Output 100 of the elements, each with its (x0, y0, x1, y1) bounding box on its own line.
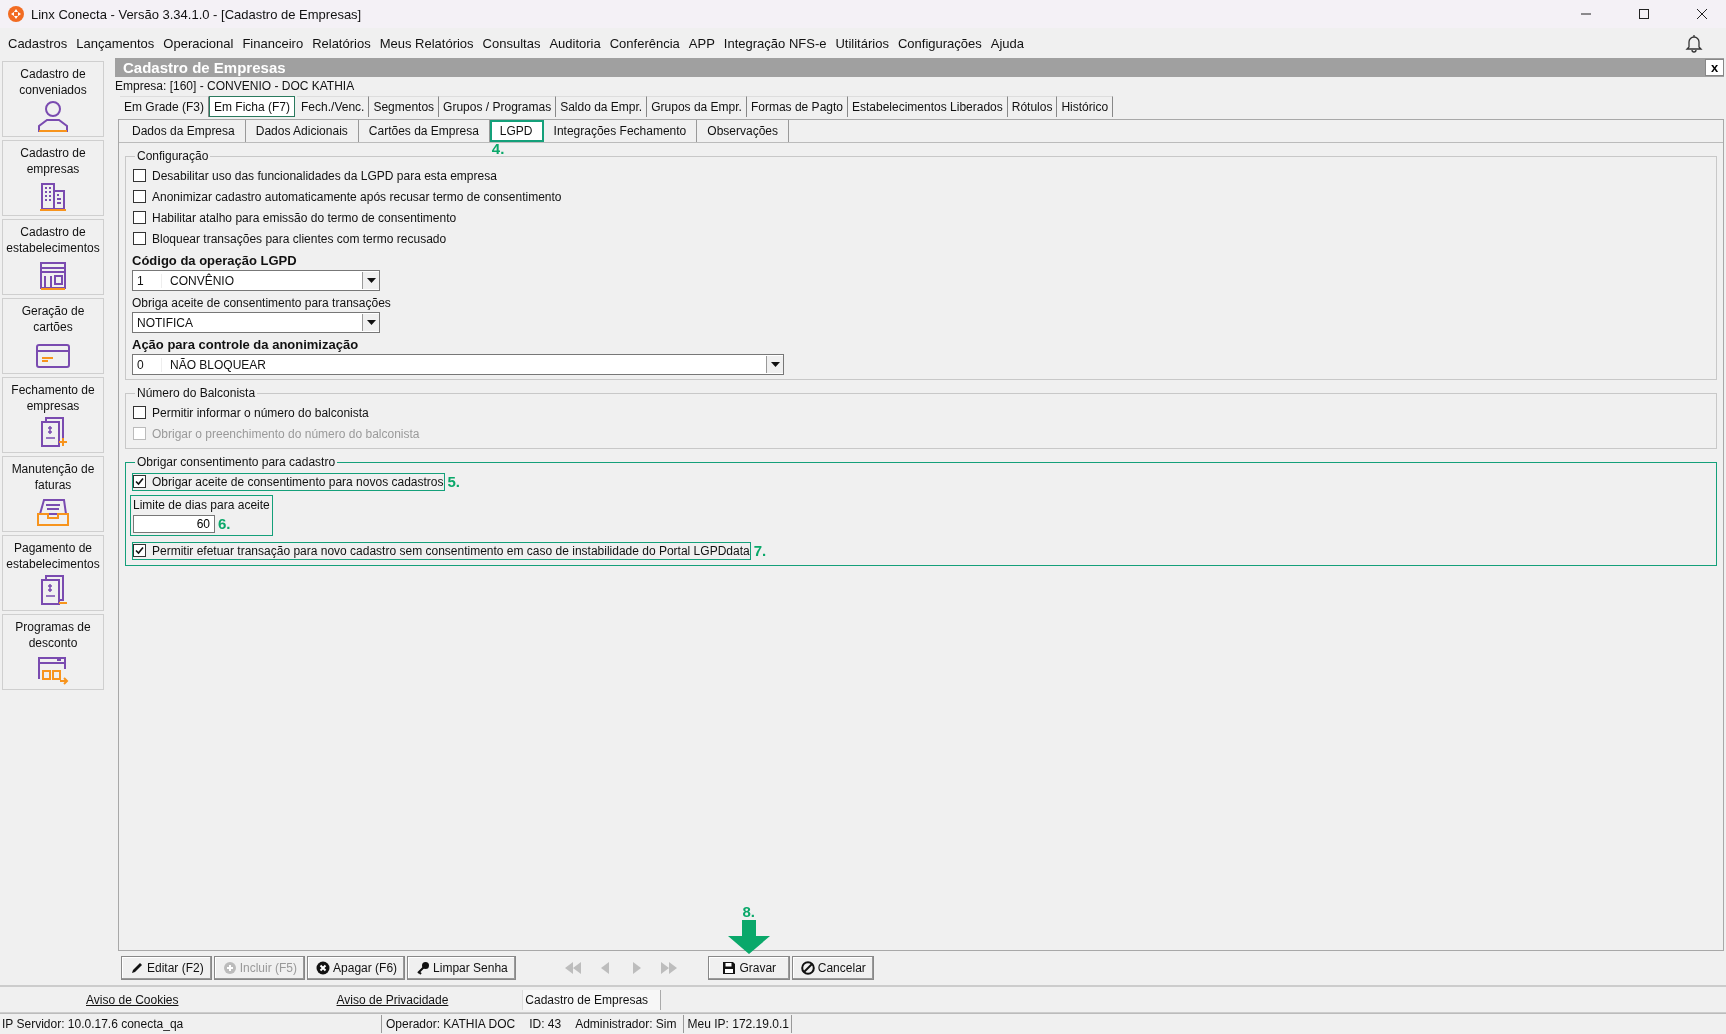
discount-icon (35, 655, 71, 685)
sidebar-item[interactable]: Manutenção de faturas (2, 456, 104, 532)
tab[interactable]: Grupos da Empr. (647, 96, 747, 117)
card-icon (35, 343, 71, 369)
step-marker: 5. (447, 473, 460, 490)
close-button[interactable]: x (1705, 59, 1724, 76)
sidebar-item[interactable]: Cadastro de estabelecimentos (2, 219, 104, 295)
check-icon (135, 546, 144, 555)
menu-item[interactable]: Ajuda (990, 35, 1024, 51)
dropdown[interactable]: 1 CONVÊNIO (132, 270, 380, 291)
person-icon (35, 100, 71, 132)
menu-item[interactable]: Lançamentos (76, 35, 155, 51)
delete-icon (316, 961, 331, 975)
menu-item[interactable]: Integração NFS-e (723, 35, 827, 51)
toolbar-button[interactable]: Apagar (F6) (307, 956, 406, 980)
tab[interactable]: Segmentos (369, 96, 440, 117)
panel-title: Cadastro de Empresas (123, 59, 286, 76)
step-marker: 6. (218, 514, 231, 532)
sidebar-item[interactable]: Geração de cartões (2, 298, 104, 374)
checkbox[interactable]: Permitir efetuar transação para novo cadastro sem consentimento em caso de instabilidade do Portal LGPDdata (132, 541, 751, 560)
sidebar-item[interactable]: Programas de desconto (2, 614, 104, 690)
tab[interactable]: Cartões da Empresa (358, 120, 490, 142)
status-text: Operador: KATHIA DOC (385, 1016, 517, 1033)
status-text: Meu IP: 172.19.0.1 (683, 1015, 792, 1033)
menu-item[interactable]: Relatórios (312, 35, 371, 51)
checkbox[interactable]: Habilitar atalho para emissão do termo de consentimento (132, 208, 458, 227)
toolbar-button[interactable]: Gravar (707, 956, 790, 980)
bell-icon[interactable] (1684, 33, 1704, 53)
key-icon (416, 961, 431, 975)
status-text: Administrador: Sim (563, 1015, 684, 1033)
sidebar-item[interactable]: Cadastro de conveniados (2, 61, 104, 137)
menu-item[interactable]: Utilitários (835, 35, 889, 51)
save-icon (722, 961, 737, 975)
checkbox[interactable]: Permitir informar o número do balconista (132, 403, 370, 422)
sidebar-item[interactable]: Fechamento de empresas (2, 377, 104, 453)
dropdown-arrow-icon (366, 320, 376, 325)
status-text: ID: 43 (528, 1016, 563, 1033)
tab[interactable]: Dados Adicionais (245, 120, 359, 142)
checkbox[interactable]: Bloquear transações para clientes com termo recusado (132, 229, 448, 248)
toolbar-button[interactable]: Limpar Senha (407, 956, 516, 980)
sidebar-item[interactable]: Pagamento de estabelecimentos (2, 535, 104, 611)
menu-item[interactable]: Meus Relatórios (379, 35, 474, 51)
checkbox[interactable]: Anonimizar cadastro automaticamente após recusar termo de consentimento (132, 187, 563, 206)
cancel-icon (800, 961, 815, 975)
checkbox[interactable]: Obrigar aceite de consentimento para novos cadastros (132, 472, 445, 491)
footer-link[interactable]: Aviso de Privacidade (336, 992, 449, 1007)
app-logo-icon (8, 6, 24, 22)
sidebar-item[interactable]: Cadastro de empresas (2, 140, 104, 216)
number-field[interactable]: 60 (133, 515, 215, 533)
pencil-icon (130, 961, 144, 975)
toolbar-button[interactable]: Cancelar (791, 956, 874, 980)
window-tab[interactable]: Cadastro de Empresas (522, 989, 662, 1010)
dropdown[interactable]: 0 NÃO BLOQUEAR (132, 354, 784, 375)
tab[interactable]: Integrações Fechamento (543, 120, 698, 142)
tab[interactable]: Fech./Venc. (297, 96, 370, 117)
company-label: Empresa: [160] - CONVENIO - DOC KATHIA (115, 78, 356, 95)
tab[interactable]: Rótulos (1007, 96, 1058, 117)
storefront-icon (38, 260, 68, 290)
toolbar-button[interactable]: Editar (F2) (121, 956, 212, 980)
group-title: Obrigar consentimento para cadastro (136, 455, 337, 469)
tab[interactable]: Grupos / Programas (439, 96, 557, 117)
tab[interactable]: Histórico (1057, 96, 1114, 117)
menu-item[interactable]: Operacional (163, 35, 234, 51)
field-label: Obriga aceite de consentimento para transações (132, 295, 392, 311)
tab[interactable]: Dados da Empresa (122, 120, 246, 142)
tab[interactable]: Em Ficha (F7) (209, 96, 296, 117)
close-icon[interactable] (1696, 8, 1708, 20)
dropdown-arrow-icon (770, 362, 780, 367)
menu-item[interactable]: Auditoria (549, 35, 601, 51)
tab[interactable]: Formas de Pagto (746, 96, 848, 117)
footer-link[interactable]: Aviso de Cookies (86, 992, 179, 1007)
field-label: Limite de dias para aceite (133, 497, 270, 513)
invoice-icon (39, 416, 67, 448)
tab[interactable]: LGPD (489, 120, 544, 142)
menu-item[interactable]: Configurações (897, 35, 982, 51)
maximize-icon[interactable] (1638, 8, 1650, 20)
check-icon (135, 477, 144, 486)
step-marker: 8. (742, 903, 756, 920)
menu-item[interactable]: Conferência (609, 35, 680, 51)
group-title: Configuração (136, 149, 210, 163)
field-label: Código da operação LGPD (132, 253, 298, 269)
menu-item[interactable]: Cadastros (8, 35, 68, 51)
tab[interactable]: Estabelecimentos Liberados (848, 96, 1008, 117)
inbox-tray-icon (36, 497, 70, 527)
group-title: Número do Balconista (136, 386, 257, 400)
step-marker: 7. (753, 542, 767, 559)
add-icon (222, 961, 237, 975)
menu-item[interactable]: APP (688, 35, 715, 51)
menu-item[interactable]: Financeiro (242, 35, 304, 51)
dropdown[interactable]: NOTIFICA (132, 312, 380, 333)
status-text: IP Servidor: 10.0.17.6 conecta_qa (0, 1015, 382, 1033)
dropdown-arrow-icon (366, 278, 376, 283)
window-title: Linx Conecta - Versão 3.34.1.0 - [Cadastro de Empresas] (31, 6, 362, 22)
tab[interactable]: Saldo da Empr. (556, 96, 648, 117)
tab[interactable]: Observações (697, 120, 789, 142)
menu-item[interactable]: Consultas (482, 35, 541, 51)
invoice-icon (39, 574, 67, 606)
step-marker: 4. (491, 140, 505, 157)
checkbox[interactable]: Desabilitar uso das funcionalidades da LGPD para esta empresa (132, 166, 498, 185)
down-arrow-icon (727, 920, 770, 954)
